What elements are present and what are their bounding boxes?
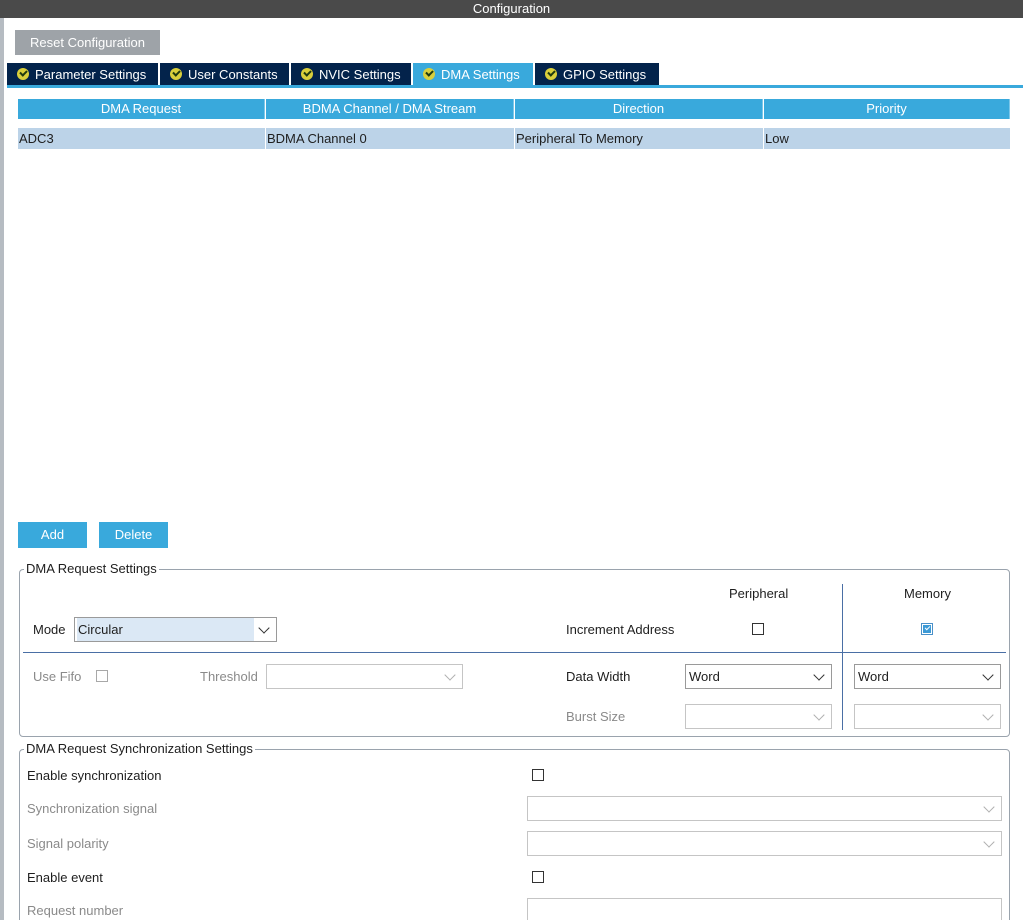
enable-sync-checkbox[interactable]	[532, 769, 544, 781]
enable-event-checkbox[interactable]	[532, 871, 544, 883]
sync-signal-label: Synchronization signal	[27, 801, 158, 816]
request-number-label: Request number	[27, 903, 124, 918]
cell-dma-request[interactable]: ADC3	[18, 128, 266, 149]
settings-tabs: Parameter Settings User Constants NVIC S…	[7, 63, 661, 85]
tab-nvic-settings[interactable]: NVIC Settings	[291, 63, 411, 85]
sync-signal-select[interactable]	[527, 796, 1002, 821]
enable-event-label: Enable event	[27, 870, 103, 885]
chevron-down-icon[interactable]	[811, 708, 827, 725]
cell-direction[interactable]: Peripheral To Memory	[515, 128, 764, 149]
window-title: Configuration	[0, 0, 1023, 18]
burst-size-label: Burst Size	[566, 709, 626, 724]
check-circle-icon	[301, 68, 313, 80]
chevron-down-icon[interactable]	[981, 835, 997, 852]
left-edge-strip	[0, 18, 4, 920]
threshold-label: Threshold	[200, 669, 258, 684]
column-header-dma-request[interactable]: DMA Request	[18, 99, 265, 119]
reset-configuration-button[interactable]: Reset Configuration	[15, 30, 160, 55]
tab-label: NVIC Settings	[319, 66, 401, 82]
check-circle-icon	[170, 68, 182, 80]
data-width-peripheral-select[interactable]: Word	[685, 664, 832, 689]
data-width-peripheral-value: Word	[689, 669, 720, 684]
chevron-down-icon[interactable]	[442, 668, 458, 685]
check-circle-icon	[423, 68, 435, 80]
chevron-down-icon[interactable]	[811, 668, 827, 685]
tab-dma-settings[interactable]: DMA Settings	[413, 63, 533, 85]
check-circle-icon	[17, 68, 29, 80]
signal-polarity-label: Signal polarity	[27, 836, 109, 851]
use-fifo-label: Use Fifo	[33, 669, 82, 684]
group-title: DMA Request Synchronization Settings	[24, 741, 255, 756]
tab-user-constants[interactable]: User Constants	[160, 63, 289, 85]
increment-memory-checkbox[interactable]	[921, 623, 933, 635]
memory-header: Memory	[904, 586, 951, 601]
table-row[interactable]: ADC3 BDMA Channel 0 Peripheral To Memory…	[18, 128, 1011, 149]
increment-address-label: Increment Address	[566, 622, 675, 637]
chevron-down-icon[interactable]	[256, 621, 272, 638]
mode-value: Circular	[77, 618, 254, 641]
column-header-channel[interactable]: BDMA Channel / DMA Stream	[266, 99, 514, 119]
tab-gpio-settings[interactable]: GPIO Settings	[535, 63, 659, 85]
column-header-priority[interactable]: Priority	[764, 99, 1010, 119]
cell-channel[interactable]: BDMA Channel 0	[266, 128, 515, 149]
check-circle-icon	[545, 68, 557, 80]
tab-label: DMA Settings	[441, 66, 520, 82]
add-button[interactable]: Add	[18, 522, 87, 548]
table-header: DMA Request BDMA Channel / DMA Stream Di…	[18, 99, 1011, 119]
column-header-direction[interactable]: Direction	[515, 99, 763, 119]
threshold-select[interactable]	[266, 664, 463, 689]
mode-select[interactable]: Circular	[74, 617, 277, 642]
data-width-memory-value: Word	[858, 669, 889, 684]
chevron-down-icon[interactable]	[980, 708, 996, 725]
increment-peripheral-checkbox[interactable]	[752, 623, 764, 635]
tab-label: GPIO Settings	[563, 66, 647, 82]
tab-label: User Constants	[188, 66, 278, 82]
cell-priority[interactable]: Low	[764, 128, 1011, 149]
tab-label: Parameter Settings	[35, 66, 147, 82]
use-fifo-checkbox[interactable]	[96, 670, 108, 682]
mode-label: Mode	[33, 622, 66, 637]
chevron-down-icon[interactable]	[980, 668, 996, 685]
chevron-down-icon[interactable]	[981, 800, 997, 817]
column-divider	[842, 584, 843, 730]
tab-parameter-settings[interactable]: Parameter Settings	[7, 63, 158, 85]
request-number-input[interactable]	[527, 898, 1002, 920]
enable-sync-label: Enable synchronization	[27, 768, 162, 783]
peripheral-header: Peripheral	[729, 586, 789, 601]
delete-button[interactable]: Delete	[99, 522, 168, 548]
group-title: DMA Request Settings	[24, 561, 159, 576]
row-divider	[23, 652, 1006, 653]
data-width-label: Data Width	[566, 669, 631, 684]
burst-size-peripheral-select[interactable]	[685, 704, 832, 729]
signal-polarity-select[interactable]	[527, 831, 1002, 856]
data-width-memory-select[interactable]: Word	[854, 664, 1001, 689]
dma-request-table: DMA Request BDMA Channel / DMA Stream Di…	[18, 99, 1011, 149]
burst-size-memory-select[interactable]	[854, 704, 1001, 729]
tab-underline	[7, 85, 1023, 88]
